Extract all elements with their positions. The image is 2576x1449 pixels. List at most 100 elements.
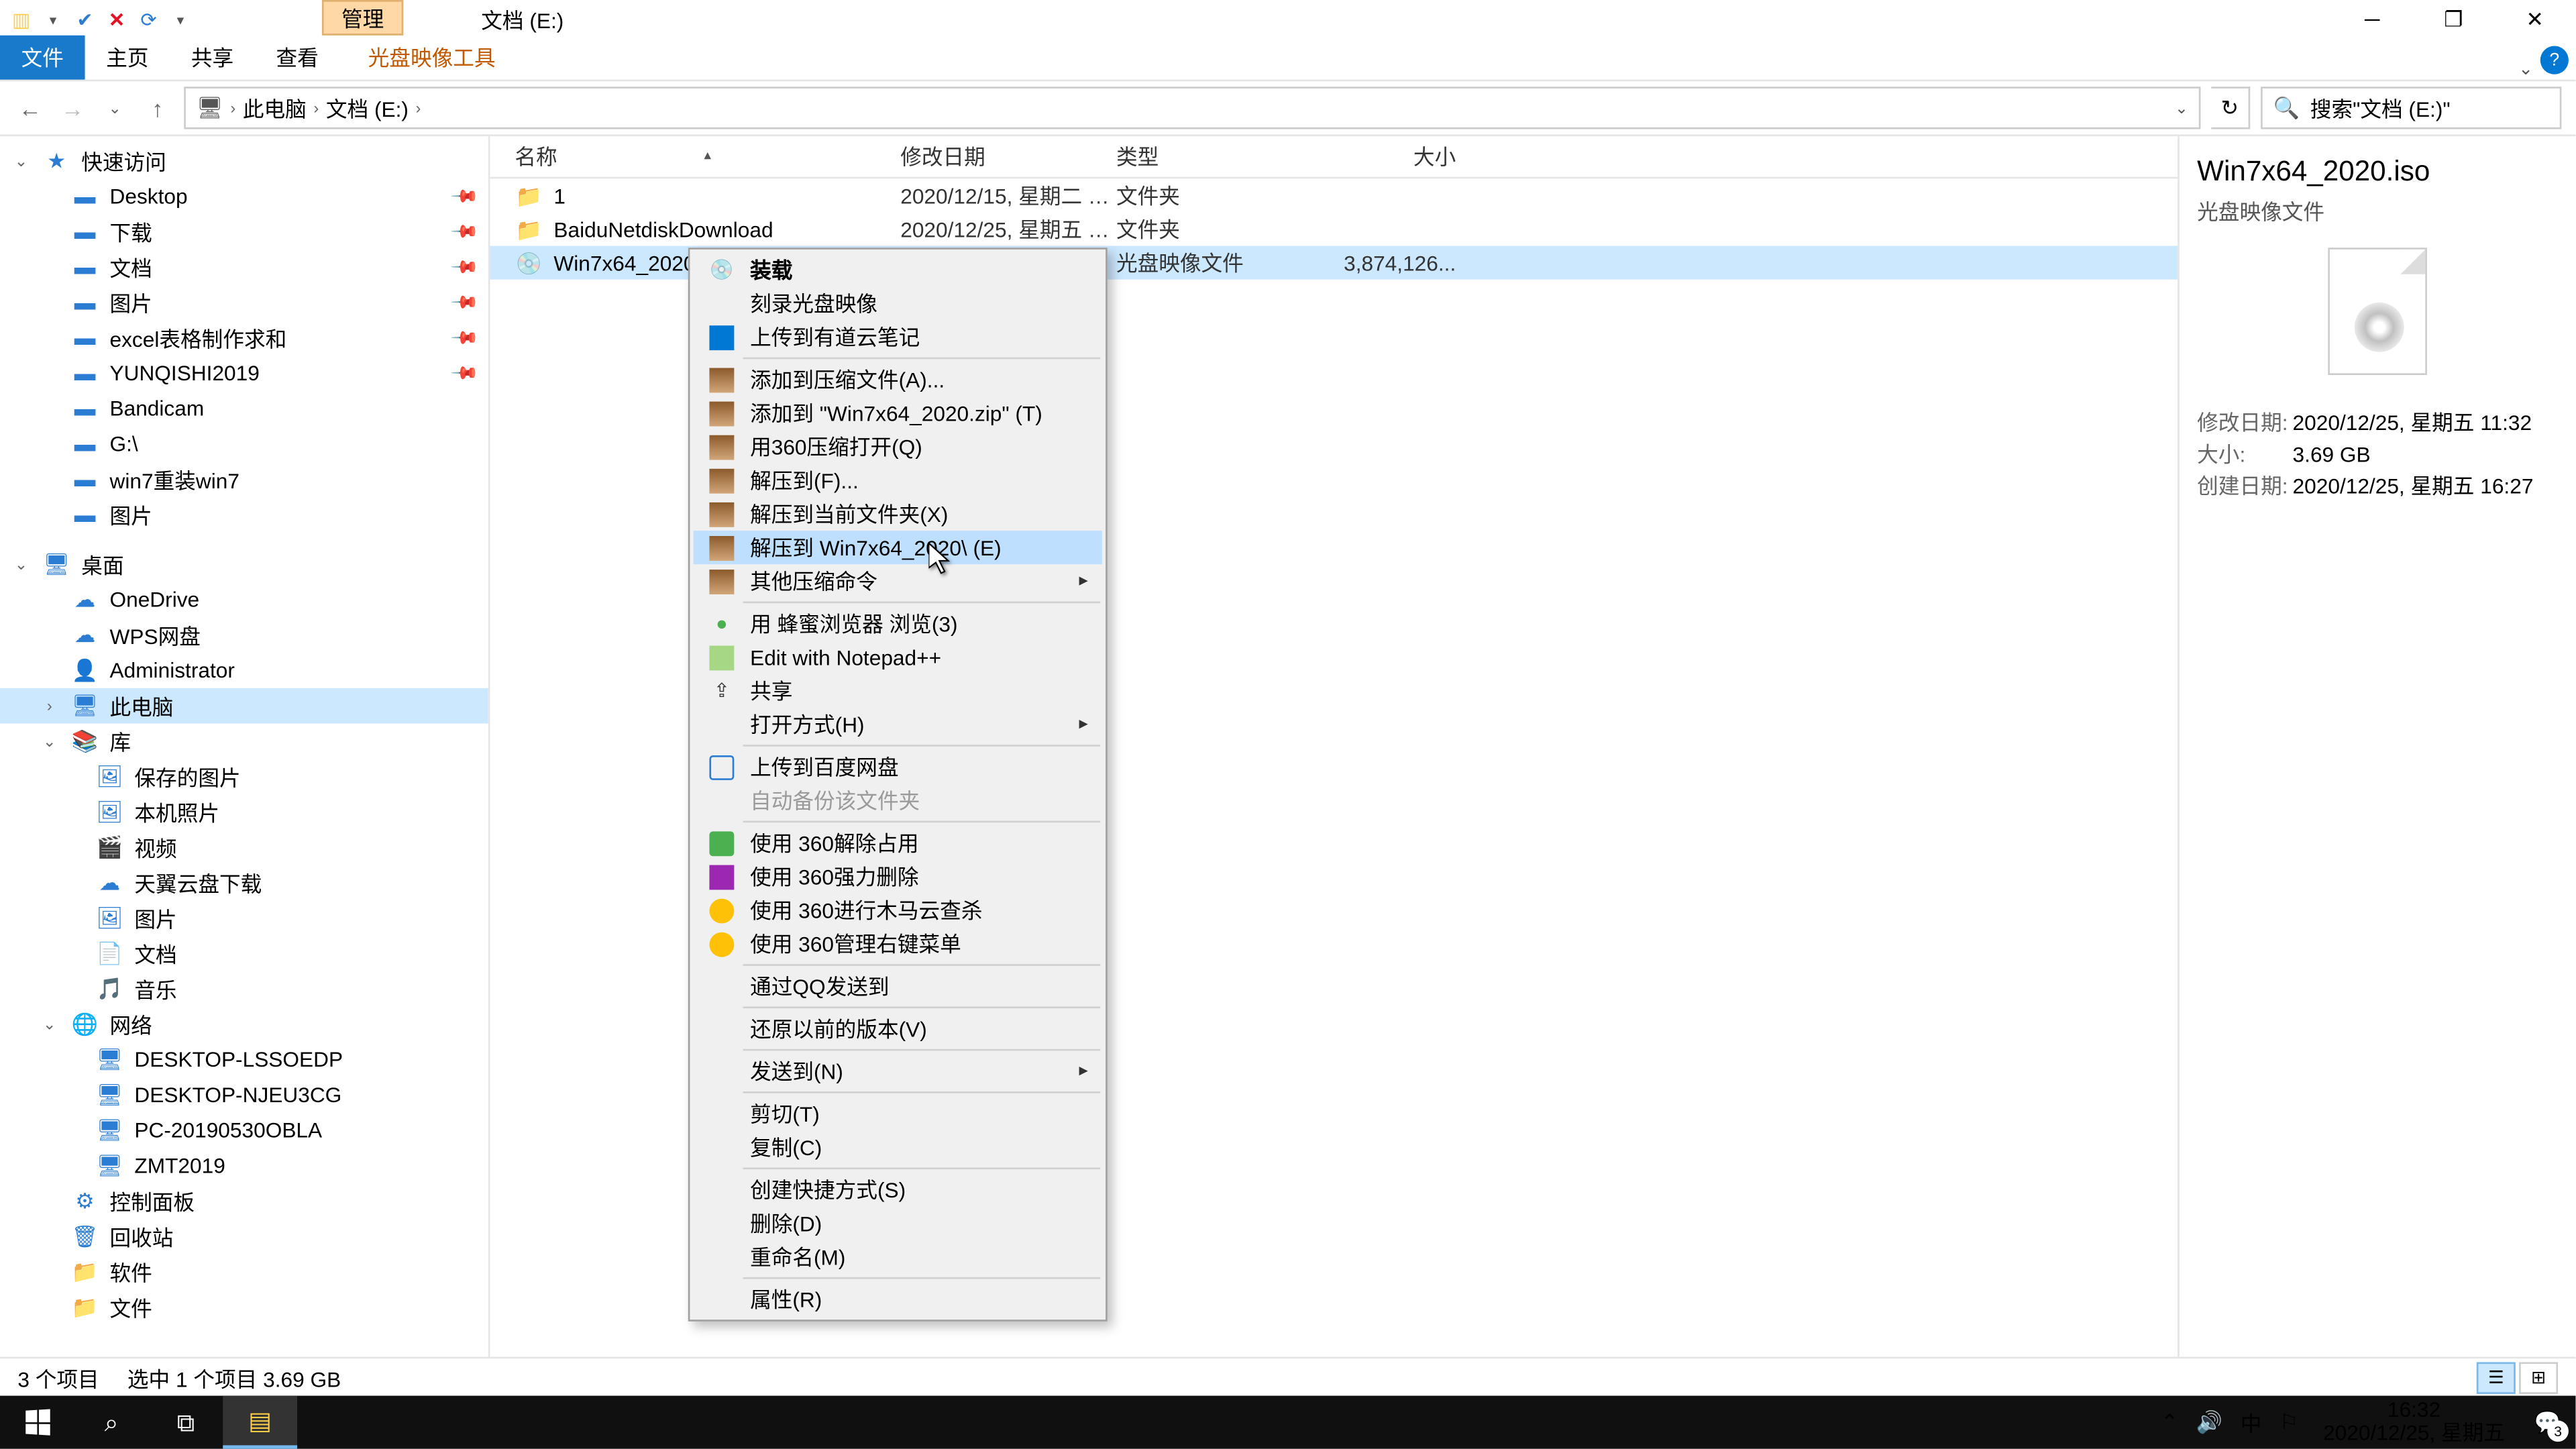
context-menu-item[interactable]: 上传到有道云笔记 (694, 320, 1102, 354)
expand-icon[interactable]: ⌄ (11, 151, 32, 170)
ribbon-collapse-icon[interactable]: ⌄ (2518, 60, 2533, 80)
tree-item[interactable]: ▬ 下载 📌 (0, 214, 488, 250)
tree-item[interactable]: ▬ YUNQISHI2019 📌 (0, 356, 488, 391)
minimize-button[interactable]: ─ (2332, 0, 2413, 39)
tree-item[interactable]: 🎵 音乐 (0, 971, 488, 1007)
context-menu-item[interactable]: ● 用 蜂蜜浏览器 浏览(3) (694, 606, 1102, 640)
help-icon[interactable]: ? (2540, 46, 2569, 74)
chevron-right-icon[interactable]: › (230, 99, 235, 117)
tree-item[interactable]: ⌄ 📚 库 (0, 724, 488, 759)
context-menu-item[interactable]: 💿 装载 (694, 253, 1102, 286)
qa-close-icon[interactable]: ✕ (103, 5, 131, 34)
search-input[interactable]: 🔍 搜索"文档 (E:)" (2261, 87, 2561, 129)
context-menu-item[interactable]: 使用 360解除占用 (694, 826, 1102, 859)
tree-item[interactable]: 👤 Administrator (0, 653, 488, 688)
context-menu-item[interactable]: 删除(D) (694, 1206, 1102, 1240)
context-menu-item[interactable]: 其他压缩命令 ▸ (694, 564, 1102, 598)
breadcrumb-drive[interactable]: 文档 (E:) (326, 93, 409, 123)
breadcrumb-this-pc[interactable]: 此电脑 (243, 93, 307, 123)
column-headers[interactable]: 名称 修改日期 类型 大小 ▴ (490, 136, 2178, 178)
tree-item[interactable]: 🖼 图片 (0, 900, 488, 936)
nav-up-button[interactable]: ↑ (142, 92, 173, 123)
context-menu-item[interactable]: 解压到 Win7x64_2020\ (E) (694, 531, 1102, 564)
explorer-taskbar-button[interactable]: ▤ (223, 1396, 297, 1449)
nav-forward-button[interactable]: → (56, 92, 88, 123)
tray-chevron-icon[interactable]: ⌃ (2161, 1410, 2179, 1435)
taskbar-clock[interactable]: 16:32 2020/12/25, 星期五 (2309, 1399, 2519, 1446)
context-menu-item[interactable]: 还原以前的版本(V) (694, 1012, 1102, 1045)
qa-check-icon[interactable]: ✔ (70, 5, 99, 34)
qa-more-icon[interactable]: ▾ (166, 5, 195, 34)
context-menu-item[interactable]: 解压到(F)... (694, 464, 1102, 497)
refresh-button[interactable]: ↻ (2211, 87, 2250, 129)
context-menu-item[interactable]: Edit with Notepad++ (694, 641, 1102, 674)
tree-item[interactable]: 📁 软件 (0, 1254, 488, 1290)
context-menu-item[interactable]: 刻录光盘映像 (694, 286, 1102, 320)
context-menu-item[interactable]: 重命名(M) (694, 1240, 1102, 1274)
file-row[interactable]: 📁 BaiduNetdiskDownload 2020/12/25, 星期五 1… (490, 212, 2178, 246)
ime-indicator[interactable]: 中 (2241, 1407, 2262, 1438)
context-menu-item[interactable]: 创建快捷方式(S) (694, 1173, 1102, 1206)
context-menu-item[interactable]: 剪切(T) (694, 1097, 1102, 1130)
context-menu-item[interactable]: 属性(R) (694, 1283, 1102, 1316)
tree-item[interactable]: 📁 文件 (0, 1289, 488, 1325)
context-menu-item[interactable]: 打开方式(H) ▸ (694, 708, 1102, 741)
tree-item[interactable]: ▬ win7重装win7 (0, 462, 488, 497)
context-menu-item[interactable]: 解压到当前文件夹(X) (694, 497, 1102, 531)
tree-item[interactable]: 📄 文档 (0, 936, 488, 971)
expand-icon[interactable]: ⌄ (39, 1014, 60, 1034)
tree-item[interactable]: ☁ 天翼云盘下载 (0, 865, 488, 900)
nav-recent-icon[interactable]: ⌄ (99, 92, 131, 123)
ribbon-tab-home[interactable]: 主页 (85, 36, 170, 80)
nav-back-button[interactable]: ← (14, 92, 46, 123)
tree-item[interactable]: 🖥 ZMT2019 (0, 1148, 488, 1183)
security-icon[interactable]: ⚐ (2279, 1410, 2298, 1435)
tree-item[interactable]: 🗑 回收站 (0, 1219, 488, 1254)
notification-button[interactable]: 💬3 (2519, 1396, 2575, 1449)
tree-item[interactable]: ▬ G:\ (0, 427, 488, 462)
tree-item[interactable]: ☁ OneDrive (0, 582, 488, 618)
col-header-date[interactable]: 修改日期 (900, 142, 1116, 172)
tree-item[interactable]: ⌄ ★ 快速访问 (0, 144, 488, 179)
addr-dropdown-icon[interactable]: ⌄ (2175, 98, 2188, 117)
tree-item[interactable]: 🖼 保存的图片 (0, 759, 488, 794)
volume-icon[interactable]: 🔊 (2196, 1410, 2222, 1435)
tree-item[interactable]: ▬ excel表格制作求和 📌 (0, 320, 488, 356)
chevron-right-icon[interactable]: › (313, 99, 319, 117)
close-button[interactable]: ✕ (2494, 0, 2575, 39)
tree-item[interactable]: 🖼 本机照片 (0, 794, 488, 830)
chevron-right-icon[interactable]: › (415, 99, 421, 117)
address-path[interactable]: 🖥 › 此电脑 › 文档 (E:) › ⌄ (184, 87, 2200, 129)
ribbon-tab-view[interactable]: 查看 (255, 36, 340, 80)
qa-refresh-icon[interactable]: ⟳ (134, 5, 162, 34)
context-menu-item[interactable]: 发送到(N) ▸ (694, 1055, 1102, 1088)
expand-icon[interactable]: › (39, 697, 60, 714)
col-header-size[interactable]: 大小 (1297, 142, 1474, 172)
navigation-pane[interactable]: ⌄ ★ 快速访问 ▬ Desktop 📌 ▬ 下载 📌 ▬ 文档 📌 ▬ 图片 … (0, 136, 490, 1357)
context-menu-item[interactable]: 复制(C) (694, 1130, 1102, 1164)
context-menu-item[interactable]: 上传到百度网盘 (694, 750, 1102, 784)
tree-item[interactable]: 🖥 DESKTOP-NJEU3CG (0, 1077, 488, 1113)
tree-item[interactable]: ▬ 文档 📌 (0, 250, 488, 285)
task-view-button[interactable]: ⧉ (149, 1396, 223, 1449)
ribbon-tab-file[interactable]: 文件 (0, 36, 85, 80)
context-menu-item[interactable]: 使用 360进行木马云查杀 (694, 894, 1102, 927)
tree-item[interactable]: ☁ WPS网盘 (0, 617, 488, 653)
qa-dropdown-icon[interactable]: ▾ (39, 5, 67, 34)
ribbon-tab-disc-tools[interactable]: 光盘映像工具 (347, 36, 517, 80)
tree-item[interactable]: ▬ Desktop 📌 (0, 178, 488, 214)
start-button[interactable] (0, 1396, 74, 1449)
expand-icon[interactable]: ⌄ (11, 555, 32, 574)
file-row[interactable]: 📁 1 2020/12/15, 星期二 1... 文件夹 (490, 178, 2178, 212)
context-menu-item[interactable]: 使用 360管理右键菜单 (694, 927, 1102, 961)
col-header-type[interactable]: 类型 (1116, 142, 1297, 172)
search-button[interactable]: ⌕ (74, 1396, 149, 1449)
tree-item[interactable]: ▬ Bandicam (0, 391, 488, 427)
view-icons-button[interactable]: ⊞ (2519, 1362, 2558, 1393)
tree-item[interactable]: ▬ 图片 (0, 497, 488, 533)
context-menu-item[interactable]: 用360压缩打开(Q) (694, 430, 1102, 464)
expand-icon[interactable]: ⌄ (39, 731, 60, 751)
tree-item[interactable]: 🖥 PC-20190530OBLA (0, 1113, 488, 1148)
system-tray[interactable]: ⌃ 🔊 中 ⚐ (2150, 1407, 2309, 1438)
ribbon-tab-share[interactable]: 共享 (170, 36, 255, 80)
